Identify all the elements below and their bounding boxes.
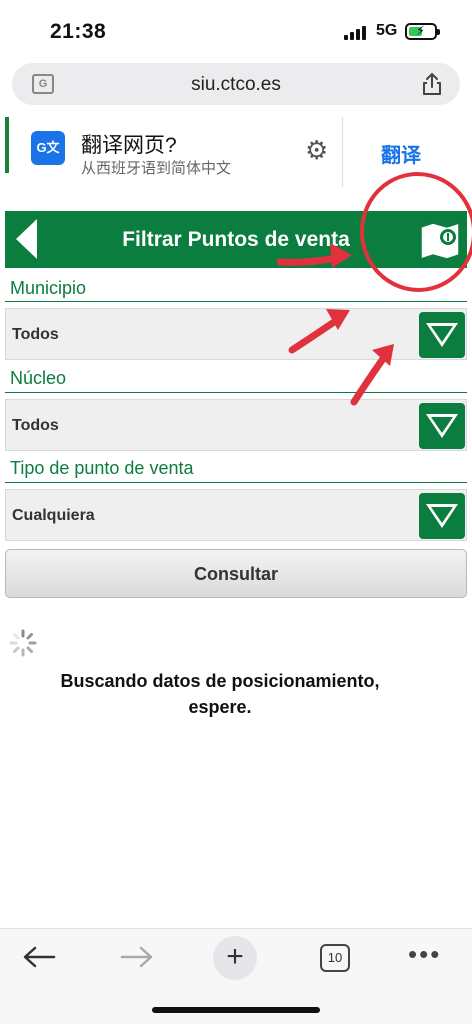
plus-icon[interactable]: + [213, 936, 257, 980]
select-value: Todos [12, 326, 59, 343]
spinner-icon [9, 629, 37, 657]
translate-button[interactable]: 翻译 [381, 139, 421, 168]
banner-title: 翻译网页? [81, 134, 177, 157]
network-type: 5G [376, 22, 398, 39]
address-bar[interactable]: G siu.ctco.es [12, 63, 460, 105]
divider [5, 392, 467, 393]
filter-label-municipio: Municipio [10, 278, 87, 298]
map-icon[interactable] [417, 217, 463, 263]
battery-icon: ⚡ [405, 23, 440, 40]
dropdown-arrow-icon[interactable] [418, 311, 466, 359]
dropdown-arrow-icon[interactable] [418, 402, 466, 450]
tipo-select[interactable]: Cualquiera [5, 489, 467, 541]
banner-subtitle: 从西班牙语到简体中文 [81, 160, 232, 177]
consultar-button[interactable]: Consultar [5, 549, 467, 598]
status-time: 21:38 [50, 20, 107, 43]
dropdown-arrow-icon[interactable] [418, 492, 466, 540]
banner-accent [5, 117, 9, 173]
select-value: Cualquiera [12, 507, 95, 524]
loading-message: Buscando datos de posicionamiento, esper… [60, 671, 380, 717]
divider [5, 301, 467, 302]
share-icon[interactable] [422, 72, 442, 96]
page-title: Filtrar Puntos de venta [122, 228, 350, 251]
municipio-select[interactable]: Todos [5, 308, 467, 360]
translate-banner: G文 翻译网页? 从西班牙语到简体中文 ⚙ 翻译 [5, 117, 472, 187]
home-indicator[interactable] [152, 1007, 320, 1013]
tab-count[interactable]: 10 [320, 944, 350, 972]
annotation-arrow [350, 352, 389, 406]
nucleo-select[interactable]: Todos [5, 399, 467, 451]
more-icon[interactable]: ••• [408, 939, 441, 970]
forward-icon[interactable] [120, 945, 154, 969]
filter-label-tipo: Tipo de punto de venta [10, 458, 194, 478]
back-icon[interactable] [22, 945, 56, 969]
signal-icon [344, 26, 368, 40]
page-header: Filtrar Puntos de venta [5, 211, 467, 268]
url-text[interactable]: siu.ctco.es [12, 74, 460, 96]
banner-divider [342, 117, 343, 187]
gear-icon[interactable]: ⚙ [305, 135, 328, 166]
browser-toolbar: + 10 ••• [0, 928, 472, 1024]
consultar-label: Consultar [193, 564, 278, 584]
select-value: Todos [12, 417, 59, 434]
divider [5, 482, 467, 483]
filter-label-nucleo: Núcleo [10, 368, 67, 388]
google-translate-icon: G文 [31, 131, 65, 165]
status-bar: 21:38 5G ⚡ [0, 0, 472, 58]
